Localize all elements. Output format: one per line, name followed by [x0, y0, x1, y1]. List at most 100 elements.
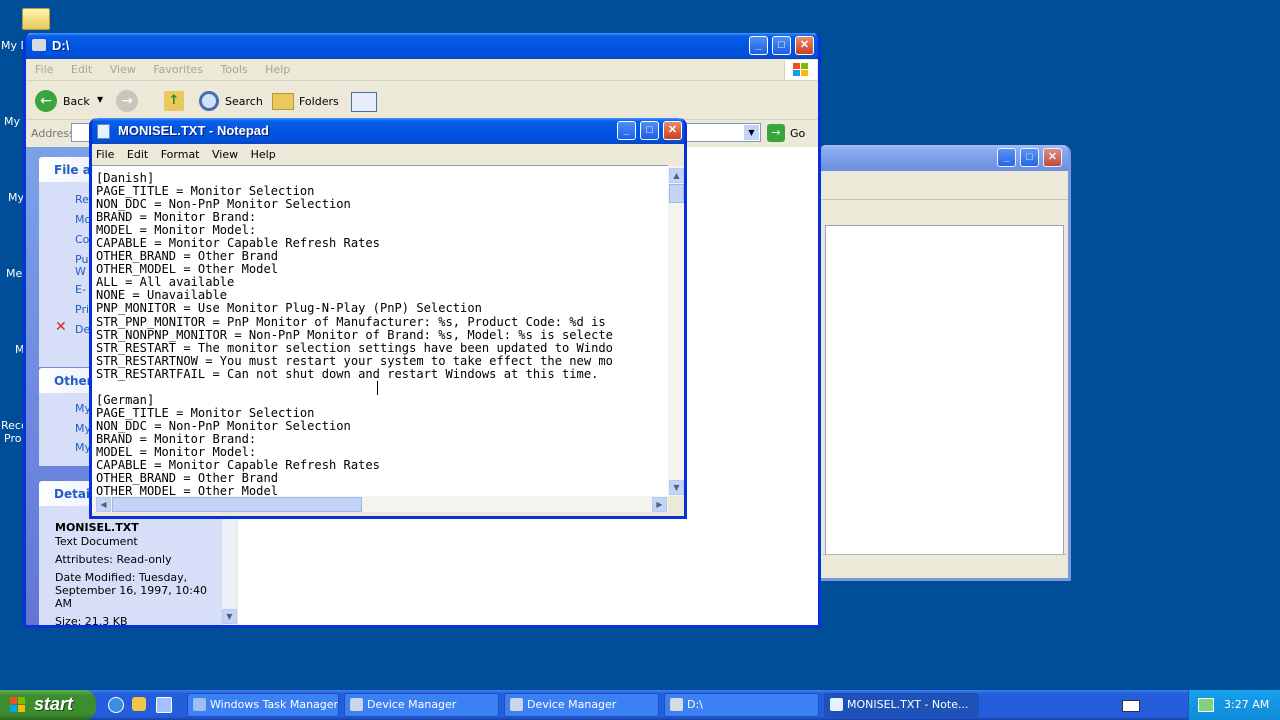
task-link[interactable]: E- — [75, 283, 86, 296]
vertical-scrollbar[interactable] — [668, 166, 684, 496]
text-line: STR_PNP_MONITOR = PnP Monitor of Manufac… — [96, 314, 606, 329]
drive-icon — [670, 698, 683, 711]
details-filename: MONISEL.TXT — [55, 521, 139, 534]
menu-format[interactable]: Format — [161, 148, 200, 161]
task-link[interactable]: Re — [75, 193, 89, 206]
views-button[interactable] — [351, 92, 377, 112]
text-line: PNP_MONITOR = Use Monitor Plug-N-Play (P… — [96, 301, 482, 316]
chevron-down-icon: ▼ — [97, 95, 104, 104]
notepad-icon — [97, 124, 110, 139]
desktop-icon-my-documents[interactable] — [20, 2, 50, 30]
text-cursor-icon — [377, 381, 378, 395]
text-line: STR_RESTART = The monitor selection sett… — [96, 340, 613, 355]
menu-help[interactable]: Help — [265, 63, 290, 76]
windows-flag-icon — [10, 697, 26, 713]
taskbar-item-device-manager[interactable]: Device Manager — [344, 693, 499, 717]
background-window-titlebar[interactable]: _ □ ✕ — [821, 145, 1068, 171]
network-icon[interactable] — [1198, 698, 1214, 712]
menu-edit[interactable]: Edit — [71, 63, 92, 76]
minimize-button[interactable]: _ — [617, 121, 636, 140]
horizontal-scroll-thumb[interactable] — [112, 497, 362, 512]
taskbar-item-device-manager[interactable]: Device Manager — [504, 693, 659, 717]
search-icon — [199, 91, 219, 111]
clock: 3:27 AM — [1224, 698, 1270, 711]
menu-tools[interactable]: Tools — [221, 63, 248, 76]
minimize-button[interactable]: _ — [997, 148, 1016, 167]
go-label[interactable]: Go — [790, 127, 805, 140]
explorer-menubar: File Edit View Favorites Tools Help — [26, 59, 818, 81]
notepad-titlebar[interactable]: MONISEL.TXT - Notepad _ □ ✕ — [92, 118, 684, 144]
address-dropdown-icon[interactable]: ▼ — [744, 125, 759, 140]
scroll-down-arrow-icon[interactable]: ▼ — [222, 609, 237, 624]
minimize-button[interactable]: _ — [749, 36, 768, 55]
details-date-line2: September 16, 1997, 10:40 — [55, 584, 207, 597]
background-window-content — [825, 225, 1064, 555]
notepad-menubar: File Edit Format View Help — [92, 144, 684, 165]
menu-view[interactable]: View — [212, 148, 238, 161]
vertical-scroll-thumb[interactable] — [669, 184, 684, 203]
start-button[interactable]: start — [0, 690, 96, 720]
windows-logo-icon — [784, 60, 817, 80]
menu-edit[interactable]: Edit — [127, 148, 148, 161]
task-link[interactable]: Pri — [75, 303, 89, 316]
address-label: Address — [31, 127, 75, 140]
text-line: PAGE_TITLE = Monitor Selection — [96, 405, 315, 420]
taskbar-item-explorer[interactable]: D:\ — [664, 693, 819, 717]
explorer-toolbar: ← Back ▼ → ↑ Search Folders — [26, 82, 818, 120]
text-line: STR_RESTARTNOW = You must restart your s… — [96, 353, 613, 368]
maximize-button[interactable]: □ — [640, 121, 659, 140]
task-manager-icon — [193, 698, 206, 711]
close-button[interactable]: ✕ — [795, 36, 814, 55]
notepad-text-area[interactable]: [Danish] PAGE_TITLE = Monitor Selection NO… — [92, 165, 668, 497]
task-link[interactable]: Co — [75, 233, 89, 246]
scroll-down-arrow-icon[interactable]: ▼ — [669, 480, 684, 495]
maximize-button[interactable]: □ — [772, 36, 791, 55]
forward-button[interactable]: → — [116, 90, 138, 112]
explorer-titlebar[interactable]: D:\ _ □ ✕ — [26, 33, 818, 59]
quick-launch-media-icon[interactable] — [132, 697, 146, 711]
desktop-label: Pro — [4, 432, 22, 445]
close-button[interactable]: ✕ — [663, 121, 682, 140]
go-arrow-icon[interactable]: → — [767, 124, 785, 142]
size-grip[interactable] — [668, 496, 684, 512]
maximize-button[interactable]: □ — [1020, 148, 1039, 167]
menu-file[interactable]: File — [35, 63, 53, 76]
quick-launch-desktop-icon[interactable] — [156, 697, 172, 713]
text-line: STR_NONPNP_MONITOR = Non-PnP Monitor of … — [96, 327, 613, 342]
window-title: D:\ — [52, 38, 70, 53]
scroll-up-arrow-icon[interactable]: ▲ — [669, 168, 684, 183]
start-label: start — [34, 694, 74, 714]
delete-icon: ✕ — [55, 319, 67, 335]
desktop-label: My — [4, 115, 21, 128]
text-line: STR_RESTARTFAIL = Can not shut down and … — [96, 366, 599, 381]
task-link[interactable]: De — [75, 323, 90, 336]
up-folder-icon[interactable]: ↑ — [164, 91, 184, 111]
desktop-label: My — [8, 191, 25, 204]
quick-launch-ie-icon[interactable] — [108, 697, 124, 713]
desktop-label: Me — [6, 267, 23, 280]
taskbar-item-task-manager[interactable]: Windows Task Manager — [187, 693, 339, 717]
background-window[interactable]: _ □ ✕ — [818, 145, 1071, 581]
details-date-line1: Date Modified: Tuesday, — [55, 571, 188, 584]
menu-help[interactable]: Help — [251, 148, 276, 161]
window-title: MONISEL.TXT - Notepad — [118, 123, 269, 138]
close-button[interactable]: ✕ — [1043, 148, 1062, 167]
background-window-statusbar — [823, 554, 1066, 575]
notepad-icon — [830, 698, 843, 711]
notepad-window[interactable]: MONISEL.TXT - Notepad _ □ ✕ File Edit Fo… — [89, 118, 687, 519]
device-manager-icon — [350, 698, 363, 711]
other-places-title[interactable]: Other — [54, 374, 93, 388]
taskbar-item-notepad[interactable]: MONISEL.TXT - Note... — [824, 693, 979, 717]
text-line: [German] — [96, 392, 155, 407]
notepad-content[interactable]: [Danish] PAGE_TITLE = Monitor Selection NO… — [96, 171, 613, 497]
task-link[interactable]: W — [75, 265, 86, 278]
menu-favorites[interactable]: Favorites — [153, 63, 203, 76]
keyboard-icon[interactable] — [1122, 700, 1140, 712]
scroll-left-arrow-icon[interactable]: ◀ — [96, 497, 111, 512]
text-line: NON_DDC = Non-PnP Monitor Selection — [96, 418, 351, 433]
menu-file[interactable]: File — [96, 148, 114, 161]
device-manager-icon — [510, 698, 523, 711]
scroll-right-arrow-icon[interactable]: ▶ — [652, 497, 667, 512]
folders-icon — [272, 93, 294, 110]
menu-view[interactable]: View — [110, 63, 136, 76]
